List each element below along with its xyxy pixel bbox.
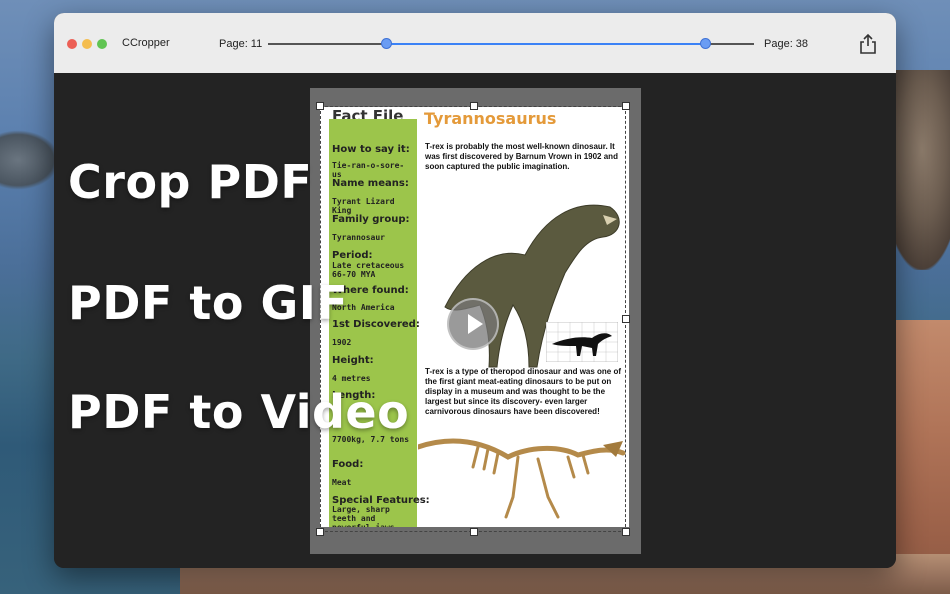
crop-handle-bottom-center[interactable] — [470, 528, 478, 536]
end-page-label: Page: 38 — [764, 38, 809, 50]
crop-handle-top-right[interactable] — [622, 102, 630, 110]
app-title: CCropper — [122, 37, 170, 49]
start-page-label: Page: 11 — [219, 38, 263, 50]
page-range-selected — [386, 43, 705, 45]
background-rocks-right — [890, 320, 950, 594]
range-end-thumb[interactable] — [700, 38, 711, 49]
range-start-thumb[interactable] — [381, 38, 392, 49]
feature-text-pdf-to-gif: PDF to GIF — [68, 276, 349, 330]
feature-text-pdf-to-video: PDF to Video — [68, 385, 410, 439]
share-icon — [860, 33, 876, 54]
title-bar: CCropper Page: 11 Page: 38 — [54, 13, 896, 74]
feature-text-crop-pdf: Crop PDF — [68, 155, 313, 209]
crop-handle-top-center[interactable] — [470, 102, 478, 110]
crop-handle-bottom-right[interactable] — [622, 528, 630, 536]
zoom-window-button[interactable] — [97, 39, 107, 49]
background-cliff-left — [0, 130, 60, 190]
play-icon — [468, 314, 483, 334]
share-button[interactable] — [855, 31, 881, 57]
page-range-slider[interactable] — [268, 43, 754, 45]
crop-handle-bottom-left[interactable] — [316, 528, 324, 536]
play-button[interactable] — [447, 298, 499, 350]
crop-handle-top-left[interactable] — [316, 102, 324, 110]
close-window-button[interactable] — [67, 39, 77, 49]
crop-handle-middle-right[interactable] — [622, 315, 630, 323]
minimize-window-button[interactable] — [82, 39, 92, 49]
